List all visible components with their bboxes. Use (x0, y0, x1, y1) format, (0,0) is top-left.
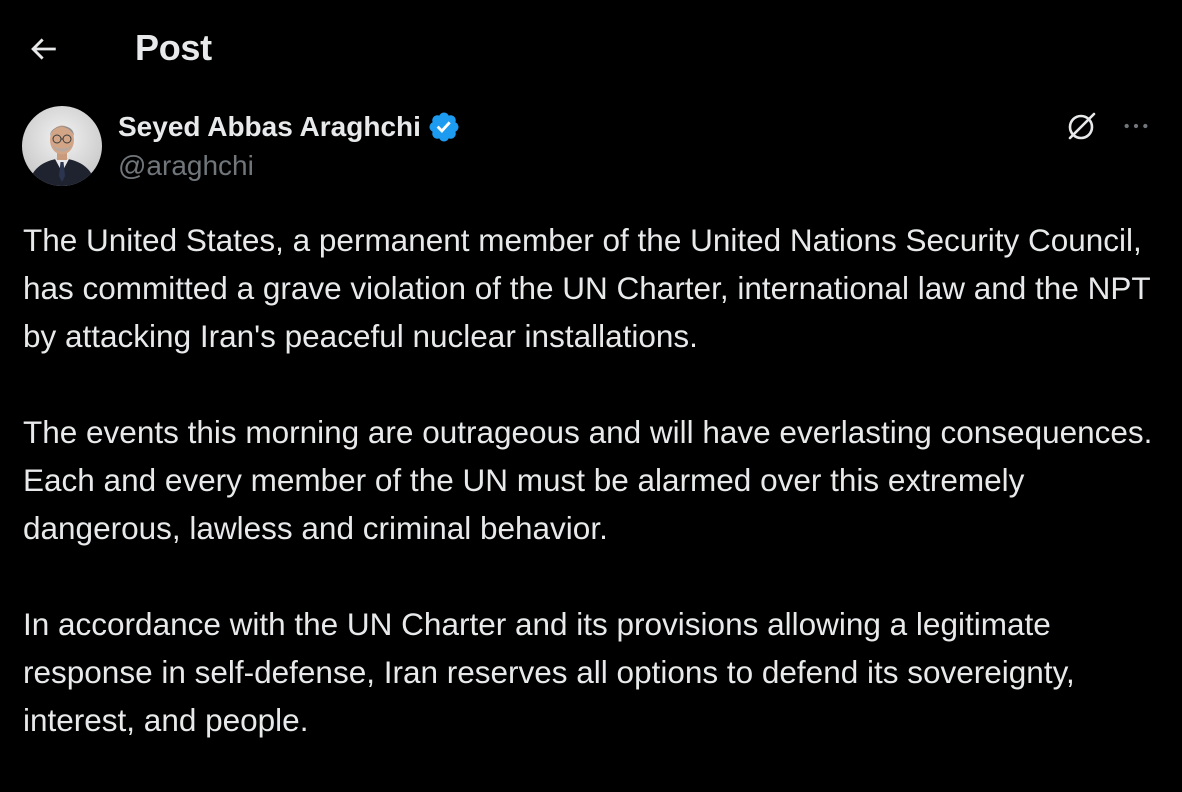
arrow-left-icon (31, 38, 56, 60)
verified-badge-icon[interactable] (427, 110, 461, 144)
avatar[interactable] (22, 106, 102, 186)
author-name[interactable]: Seyed Abbas Araghchi (118, 111, 421, 143)
author-handle[interactable]: @araghchi (118, 150, 461, 182)
author-photo (22, 106, 102, 186)
more-options-button[interactable] (1114, 106, 1158, 146)
post-paragraph: The events this morning are outrageous a… (23, 414, 1153, 546)
author-name-row: Seyed Abbas Araghchi (118, 108, 461, 146)
post-paragraph: In accordance with the UN Charter and it… (23, 606, 1075, 738)
more-horizontal-icon (1124, 123, 1148, 129)
post-paragraph: The United States, a permanent member of… (23, 222, 1151, 354)
author-info: Seyed Abbas Araghchi @araghchi (118, 108, 461, 182)
top-bar: Post (0, 0, 1182, 96)
back-button[interactable] (22, 28, 64, 70)
grok-button[interactable] (1062, 106, 1102, 146)
post-text: The United States, a permanent member of… (23, 216, 1163, 792)
page-title: Post (135, 27, 212, 68)
grok-icon (1068, 112, 1096, 140)
